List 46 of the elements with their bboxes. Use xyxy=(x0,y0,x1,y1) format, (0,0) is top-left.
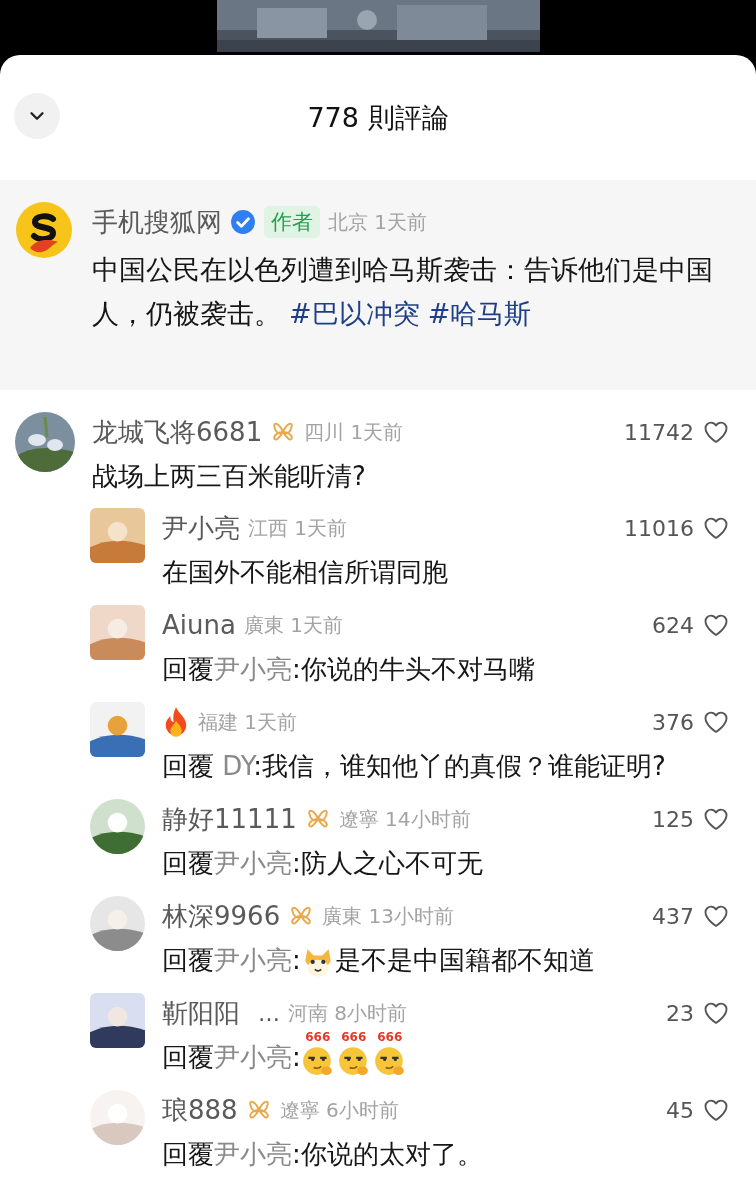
post-text: 中国公民在以色列遭到哈马斯袭击：告诉他们是中国人，仍被袭击。 #巴以冲突 #哈马斯 xyxy=(92,253,714,331)
like-count: 376 xyxy=(652,709,694,735)
like-count: 23 xyxy=(666,1000,694,1026)
location-time: 福建 1天前 xyxy=(198,708,298,736)
comment-text: 战场上两三百米能听清? xyxy=(92,460,367,493)
username[interactable]: 龙城飞将6681 xyxy=(92,414,263,450)
comment-text: 回覆 xyxy=(162,1041,214,1074)
username[interactable]: 林深9966 xyxy=(162,898,281,934)
comment-text: 在国外不能相信所谓同胞 xyxy=(162,556,449,589)
comment-text: : xyxy=(292,1041,301,1074)
username[interactable]: Aiuna xyxy=(162,610,236,640)
comment-text: 回覆 DY:我信，谁知他丫的真假？谁能证明? xyxy=(162,750,667,783)
like-count: 45 xyxy=(666,1097,694,1123)
location-time: 遼寧 14小时前 xyxy=(338,805,471,833)
location-time: 河南 8小时前 xyxy=(288,999,408,1027)
location-time: 廣東 1天前 xyxy=(243,611,343,639)
hashtag-link[interactable]: #哈马斯 xyxy=(427,298,532,329)
emoji-label: 666 xyxy=(377,1031,403,1043)
comment-text: 回覆 xyxy=(162,944,214,977)
comment-text: 回覆尹小亮:防人之心不可无 xyxy=(162,847,484,880)
username[interactable]: 静好11111 xyxy=(162,801,297,837)
like-count: 624 xyxy=(652,612,694,638)
location-time: 北京 1天前 xyxy=(328,208,428,236)
like-count: 437 xyxy=(652,903,694,929)
comment-text: 回覆尹小亮:你说的太对了。 xyxy=(162,1138,484,1171)
location-time: 江西 1天前 xyxy=(248,514,348,542)
emoji-label: 666 xyxy=(305,1031,331,1043)
username[interactable]: 尹小亮 xyxy=(162,510,240,546)
like-count: 11016 xyxy=(624,515,694,541)
comment-text: : xyxy=(292,944,301,977)
author-tag: 作者 xyxy=(264,206,320,238)
username[interactable]: 琅888 xyxy=(162,1092,238,1128)
author-name[interactable]: 手机搜狐网 xyxy=(92,204,222,240)
comment-text: 是不是中国籍都不知道 xyxy=(334,944,595,977)
emoji-label: 666 xyxy=(341,1031,367,1043)
username[interactable]: 靳阳阳 xyxy=(162,995,240,1031)
comment-text: 回覆尹小亮:你说的牛头不对马嘴 xyxy=(162,653,536,686)
location-time: 廣東 13小时前 xyxy=(322,902,454,930)
like-count: 11742 xyxy=(624,419,694,445)
logo-icon xyxy=(16,202,72,258)
like-count: 125 xyxy=(652,806,694,832)
hashtag-link[interactable]: #巴以冲突 xyxy=(289,298,420,329)
location-time: 遼寧 6小时前 xyxy=(279,1096,399,1124)
name-ellipsis: … xyxy=(258,1000,280,1026)
location-time: 四川 1天前 xyxy=(304,418,404,446)
comments-title: 778 則評論 xyxy=(307,100,449,135)
